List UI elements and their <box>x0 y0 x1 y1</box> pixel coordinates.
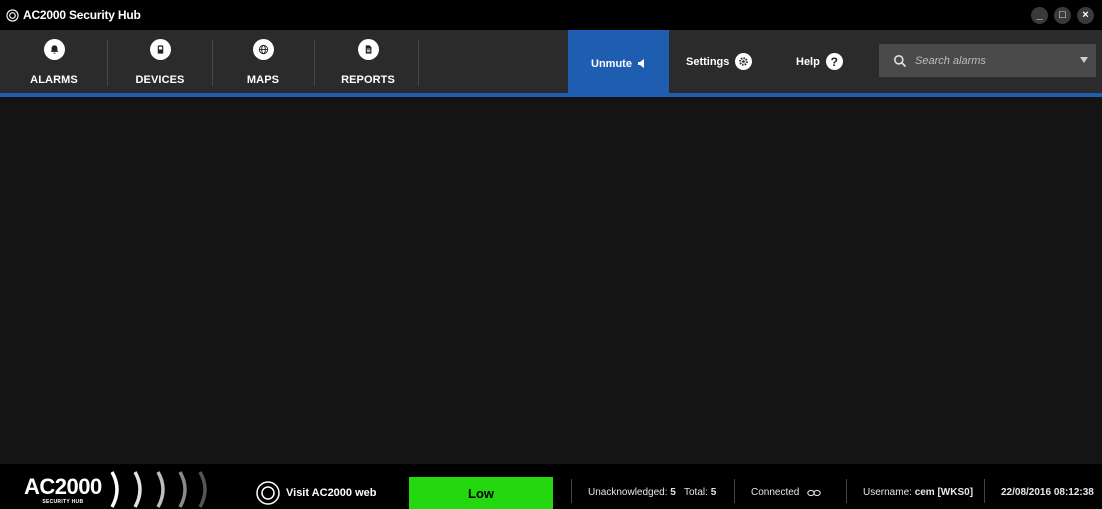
alarm-counts: Unacknowledged: 5 Total: 5 <box>588 487 716 498</box>
nav-separator <box>107 40 108 86</box>
total-label: Total: <box>684 487 708 498</box>
window-controls: _ □ × <box>1031 7 1094 24</box>
ac2000-logo-icon <box>256 481 280 505</box>
connection-label: Connected <box>751 487 800 498</box>
maximize-button[interactable]: □ <box>1054 7 1071 24</box>
brand-subtitle: SECURITY HUB <box>42 499 84 505</box>
signal-waves-icon <box>110 471 207 508</box>
nav-separator <box>212 40 213 86</box>
nav-separator <box>314 40 315 86</box>
footer-separator <box>571 479 572 503</box>
username-status: Username: cem [WKS0] <box>863 487 973 498</box>
search-input[interactable] <box>915 54 1065 67</box>
search-icon <box>894 54 907 67</box>
nav-label-alarms: ALARMS <box>30 74 78 86</box>
nav-item-reports[interactable]: REPORTS <box>334 30 402 93</box>
footer-separator <box>734 479 735 503</box>
footer-separator <box>846 479 847 503</box>
help-button[interactable]: Help ? <box>796 30 843 93</box>
app-logo-icon <box>6 8 19 22</box>
nav-item-devices[interactable]: DEVICES <box>128 30 192 93</box>
speaker-icon <box>637 59 644 68</box>
nav-item-maps[interactable]: MAPS <box>231 30 295 93</box>
bell-icon <box>43 39 65 60</box>
total-count: 5 <box>710 487 717 498</box>
help-label: Help <box>796 55 820 68</box>
unmute-label: Unmute <box>591 57 632 70</box>
globe-icon <box>252 39 274 60</box>
nav-label-maps: MAPS <box>246 74 280 86</box>
close-button[interactable]: × <box>1077 7 1094 24</box>
search-dropdown-icon[interactable] <box>1080 57 1088 63</box>
visit-web-link[interactable]: Visit AC2000 web <box>256 481 377 505</box>
link-icon <box>807 489 822 496</box>
unacknowledged-label: Unacknowledged: <box>588 487 668 498</box>
question-icon: ? <box>825 53 843 70</box>
unmute-button[interactable]: Unmute <box>568 30 669 97</box>
settings-label: Settings <box>686 55 730 68</box>
username-value: cem [WKS0] <box>914 487 974 498</box>
footer-separator <box>984 479 985 503</box>
alarm-level-indicator: Low <box>409 477 553 509</box>
connection-status: Connected <box>751 487 822 498</box>
nav-label-devices: DEVICES <box>135 74 185 86</box>
minimize-button[interactable]: _ <box>1031 7 1048 24</box>
document-icon <box>357 39 379 60</box>
nav-separator <box>418 40 419 86</box>
visit-web-label: Visit AC2000 web <box>286 487 377 499</box>
title-bar: AC2000 Security Hub _ □ × <box>0 0 1102 30</box>
username-label: Username: <box>863 487 912 498</box>
brand-logo: AC2000 SECURITY HUB <box>24 474 102 506</box>
unacknowledged-count: 5 <box>670 487 676 498</box>
datetime: 22/08/2016 08:12:38 <box>1001 487 1094 498</box>
brand-name: AC2000 <box>24 474 102 499</box>
alarm-list-area <box>0 97 1102 464</box>
settings-button[interactable]: Settings <box>686 30 753 93</box>
window-title: AC2000 Security Hub <box>23 8 141 22</box>
gear-icon <box>735 53 753 70</box>
nav-label-reports: REPORTS <box>341 74 395 86</box>
device-icon <box>149 39 171 60</box>
nav-item-alarms[interactable]: ALARMS <box>22 30 86 93</box>
search-box[interactable] <box>879 44 1096 77</box>
